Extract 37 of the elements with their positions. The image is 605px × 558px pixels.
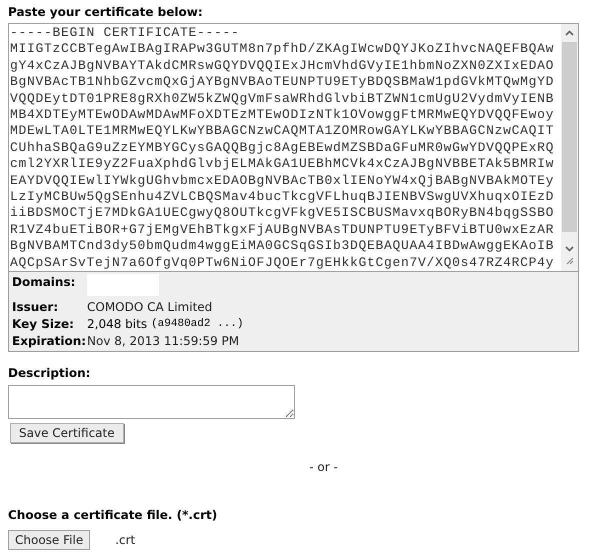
certificate-line: -----BEGIN CERTIFICATE----- (10, 25, 240, 42)
scrollbar[interactable] (561, 24, 578, 271)
save-certificate-button[interactable]: Save Certificate (10, 423, 124, 443)
certificate-line: gY4xCzAJBgNVBAYTAkdCMRswGQYDVQQIExJHcmVhdGVyIE1hbmNoZXN0ZXIxEDAO (10, 58, 554, 74)
detail-value: 2,048 bits (87, 316, 148, 333)
paste-heading: Paste your certificate below: (8, 4, 204, 21)
certificate-line: R1VZ4buETiBOR+G7jEMgVEhBTkgxFjAUBgNVBAsTDUNPTU9ETyBFViBTU0wxEzAR (10, 222, 554, 238)
description-label: Description: (8, 365, 92, 382)
scroll-thumb[interactable] (562, 42, 577, 232)
certificate-line: LzIyMCBUw5QgSEnhu4ZVLCBQSMav4bucTkcgVFLhuqBJIENBVSwgUVXhuqxOIEzD (10, 189, 554, 206)
certificate-line: MIIGTzCCBTegAwIBAgIRAPw3GUTM8n7pfhD/ZKAgIWcwDQYJKoZIhvcNAQEFBQAw (10, 41, 554, 58)
resize-grip-icon[interactable] (566, 257, 574, 265)
certificate-line: iiBDSMOCTjE7MDkGA1UECgwyQ8OUTkcgVFkgVE5ISCBUSMavxqBORyBN4bqgSSBO (10, 205, 554, 222)
detail-value: COMODO CA Limited (87, 299, 212, 316)
key-hash: (a9480ad2 ...) (151, 317, 244, 332)
detail-label: Domains: (12, 274, 76, 291)
certificate-line: AQCpSArSvTejN7a6OfgVq0PTw6NiOFJQOEr7gEHkkGtCgen7V/XQ0s47RZ4RCP4y (10, 254, 554, 271)
file-label: Choose a certificate file. (*.crt) (8, 507, 218, 524)
choose-file-button[interactable]: Choose File (8, 530, 90, 550)
certificate-line: BgNVBAcTB1NhbGZvcmQxGjAYBgNVBAoTEUNPTU9ETyBDQSBMaW1pdGVkMTQwMgYD (10, 74, 554, 91)
detail-label: Expiration: (12, 333, 87, 350)
scroll-down-icon[interactable] (565, 246, 574, 252)
certificate-line: MDEwLTA0LTE1MRMwEQYLKwYBBAGCNzwCAQMTA1ZOMRowGAYLKwYBBAGCNzwCAQIT (10, 123, 554, 140)
scroll-up-icon[interactable] (565, 30, 574, 36)
certificate-line: BgNVBAMTCnd3dy50bmQudm4wggEiMA0GCSqGSIb3DQEBAQUAA4IBDwAwggEKAoIB (10, 238, 554, 255)
certificate-line: MB4XDTEyMTEwODAwMDAwMFoXDTEzMTEwODIzNTk1OVowggFtMRMwEQYDVQQFEwoy (10, 107, 554, 124)
description-field[interactable] (8, 385, 295, 419)
certificate-line: CUhhaSBQaG9uZzEYMBYGCysGAQQBgjc8AgEBEwdMZSBDaGFuMR0wGwYDVQQPExRQ (10, 140, 554, 156)
certificate-field[interactable] (9, 24, 578, 271)
detail-value: Nov 8, 2013 11:59:59 PM (87, 333, 240, 350)
certificate-line: VQQDEytDT01PRE8gRXh0ZW5kZWQgVmFsaWRhdGlvbiBTZWN1cmUgU2VydmVyIENB (10, 90, 554, 108)
certificate-line: cml2YXRlIE9yZ2FuaXphdGlvbjELMAkGA1UEBhMCVk4xCzAJBgNVBBETAk5BMRIw (10, 156, 554, 173)
detail-label: Issuer: (12, 299, 60, 316)
or-separator: - or - (309, 459, 338, 476)
certificate-line: EAYDVQQIEwlIYWkgUGhvbmcxEDAOBgNVBAcTB0xlIENoYW4xQjBABgNVBAkMOTEy (10, 172, 554, 190)
detail-label: Key Size: (12, 316, 75, 333)
file-name: .crt (115, 532, 136, 549)
